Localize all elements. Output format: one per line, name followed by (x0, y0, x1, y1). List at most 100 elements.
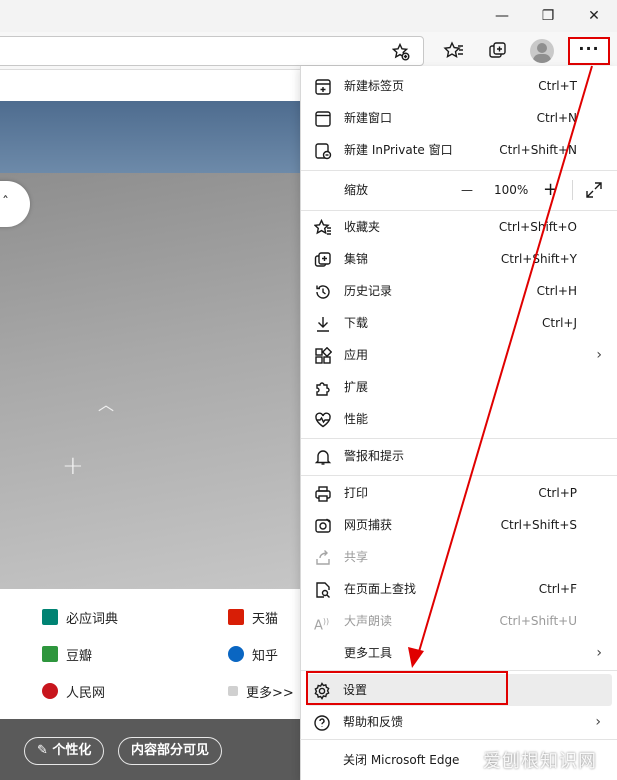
settings-annotation-box (306, 671, 508, 705)
menu-item-collections[interactable]: 集锦 Ctrl+Shift+Y (301, 243, 617, 275)
personalize-button[interactable]: ✎ 个性化 (24, 737, 105, 765)
add-icon[interactable]: + (62, 451, 84, 481)
edit-icon: ✎ (37, 743, 53, 758)
menu-item-favorites[interactable]: 收藏夹 Ctrl+Shift+O (301, 211, 617, 243)
new-tab-icon (315, 79, 331, 95)
collections-icon[interactable] (487, 40, 509, 62)
menu-item-apps[interactable]: 应用 › (301, 339, 617, 371)
menu-item-more-tools[interactable]: 更多工具 › (301, 637, 617, 669)
menu-item-share[interactable]: 共享 (301, 541, 617, 573)
bell-icon (314, 450, 332, 465)
find-icon (316, 582, 330, 598)
download-icon (317, 317, 329, 332)
tile-douban[interactable]: 豆瓣 (42, 643, 92, 665)
menu-item-downloads[interactable]: 下载 Ctrl+J (301, 307, 617, 339)
douban-logo-icon (42, 646, 58, 662)
collections-icon (314, 252, 331, 267)
tile-people[interactable]: 人民网 (42, 680, 105, 702)
menu-label: 集锦 (344, 252, 369, 266)
menu-label: 下载 (344, 316, 369, 330)
menu-item-read-aloud[interactable]: A)) 大声朗读 Ctrl+Shift+U (301, 605, 617, 637)
menu-label: 历史记录 (344, 284, 393, 298)
page-bottom-bar: ✎ 个性化 内容部分可见 (0, 719, 300, 780)
zhihu-logo-icon (228, 646, 244, 662)
chevron-up-icon[interactable]: ︿ (98, 391, 114, 415)
menu-label: 收藏夹 (344, 220, 381, 234)
restore-button[interactable]: ❐ (530, 4, 566, 28)
menu-item-help[interactable]: 帮助和反馈 › (300, 706, 617, 738)
menu-item-web-capture[interactable]: 网页捕获 Ctrl+Shift+S (301, 509, 617, 541)
menu-shortcut: Ctrl+P (538, 486, 577, 500)
zoom-level: 100% (494, 183, 529, 197)
favorites-icon (314, 219, 331, 235)
menu-item-history[interactable]: 历史记录 Ctrl+H (301, 275, 617, 307)
tile-label: 人民网 (66, 685, 106, 701)
menu-shortcut: Ctrl+Shift+U (499, 614, 577, 628)
menu-label: 网页捕获 (344, 518, 393, 532)
page-content: ︿ + ˆ 必应词典 天猫 豆瓣 知乎 人民网 更多>> ✎ 个性化 内容部分可… (0, 71, 300, 780)
menu-shortcut: Ctrl+T (538, 79, 577, 93)
menu-label: 应用 (344, 348, 369, 362)
menu-item-new-tab[interactable]: 新建标签页 Ctrl+T (301, 70, 617, 102)
menu-item-alerts[interactable]: 警报和提示 (301, 440, 617, 472)
print-icon (315, 486, 331, 502)
people-logo-icon (42, 683, 58, 699)
minimize-button[interactable]: — (484, 4, 520, 28)
header-banner (0, 101, 300, 173)
web-capture-icon (315, 518, 331, 533)
performance-icon (315, 412, 331, 428)
tile-zhihu[interactable]: 知乎 (228, 643, 278, 665)
share-icon (316, 550, 330, 565)
tile-bing-dict[interactable]: 必应词典 (42, 606, 118, 628)
menu-label: 新建窗口 (344, 111, 393, 125)
profile-icon[interactable] (530, 39, 554, 63)
apps-icon (315, 347, 332, 364)
favorites-icon[interactable] (443, 40, 465, 62)
menu-item-print[interactable]: 打印 Ctrl+P (301, 477, 617, 509)
menu-item-new-inprivate[interactable]: 新建 InPrivate 窗口 Ctrl+Shift+N (301, 134, 617, 166)
more-icon: ··· (578, 39, 600, 58)
menu-separator (301, 475, 617, 476)
extensions-icon (316, 382, 330, 396)
menu-label: 缩放 (344, 183, 369, 197)
address-bar[interactable] (0, 36, 424, 66)
menu-shortcut: Ctrl+H (536, 284, 577, 298)
chevron-right-icon: › (596, 645, 602, 661)
help-icon (314, 715, 330, 731)
menu-label: 关闭 Microsoft Edge (343, 753, 460, 767)
menu-label: 更多工具 (344, 646, 393, 660)
menu-separator (300, 739, 617, 740)
tmall-logo-icon (228, 609, 244, 625)
content-visibility-button[interactable]: 内容部分可见 (118, 737, 223, 765)
menu-label: 扩展 (344, 380, 369, 394)
menu-item-extensions[interactable]: 扩展 (301, 371, 617, 403)
settings-and-more-button[interactable]: ··· (568, 37, 610, 65)
menu-label: 在页面上查找 (344, 582, 417, 596)
menu-shortcut: Ctrl+J (542, 316, 577, 330)
browser-toolbar (0, 32, 617, 70)
tile-tmall[interactable]: 天猫 (228, 606, 278, 628)
menu-label: 打印 (344, 486, 369, 500)
fullscreen-icon[interactable] (586, 182, 602, 198)
menu-label: 新建标签页 (344, 79, 405, 93)
menu-shortcut: Ctrl+F (538, 582, 577, 596)
visibility-label: 内容部分可见 (131, 743, 210, 758)
zoom-in-button[interactable]: + (543, 170, 558, 210)
close-button[interactable]: ✕ (576, 4, 612, 28)
window-icon (315, 111, 331, 127)
menu-item-find[interactable]: 在页面上查找 Ctrl+F (301, 573, 617, 605)
tile-label: 更多>> (246, 685, 294, 701)
tile-label: 必应词典 (66, 611, 119, 627)
chevron-right-icon: › (596, 347, 602, 363)
title-bar: — ❐ ✕ (0, 0, 617, 32)
menu-label: 共享 (344, 550, 369, 564)
menu-label: 性能 (344, 412, 369, 426)
background-image: ︿ + (0, 173, 300, 589)
menu-item-new-window[interactable]: 新建窗口 Ctrl+N (301, 102, 617, 134)
favorite-add-icon[interactable] (392, 43, 410, 61)
zoom-out-button[interactable]: — (461, 170, 473, 210)
menu-item-performance[interactable]: 性能 (301, 403, 617, 435)
tile-label: 豆瓣 (66, 648, 93, 664)
tile-more[interactable]: 更多>> (228, 680, 294, 702)
menu-label: 新建 InPrivate 窗口 (344, 143, 453, 157)
